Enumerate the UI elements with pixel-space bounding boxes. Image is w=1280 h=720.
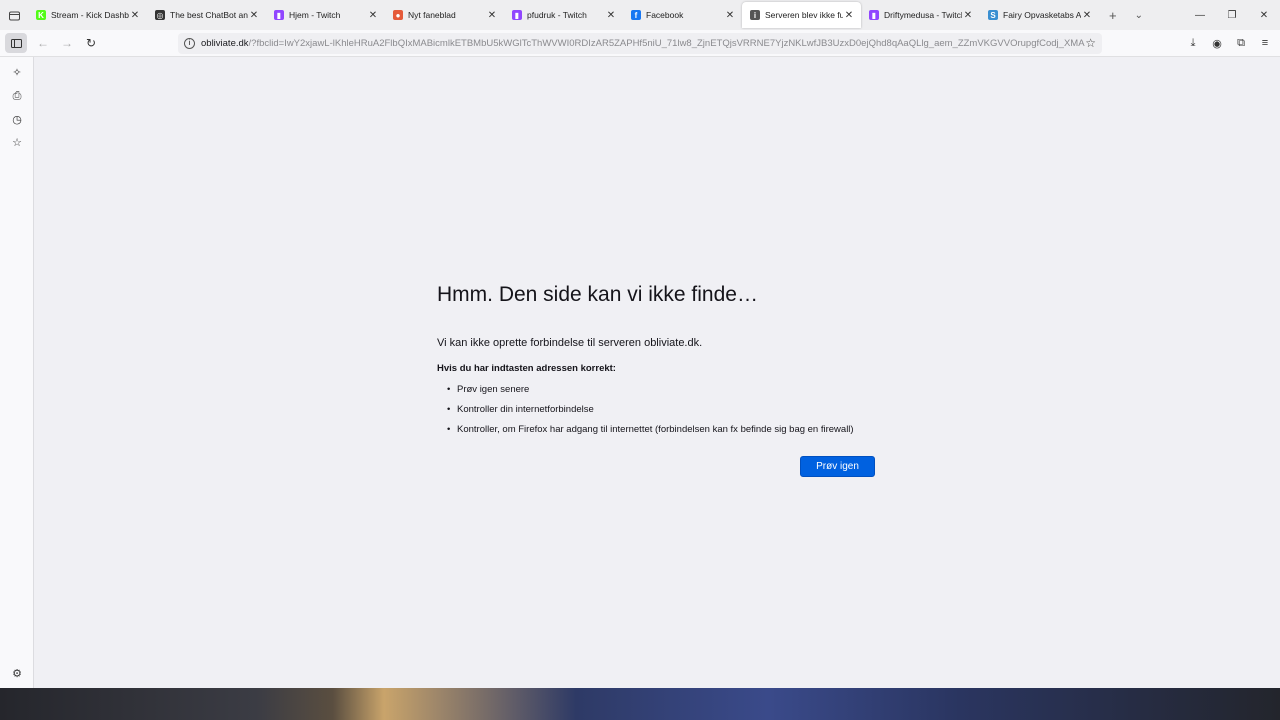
list-item: Prøv igen senere [447, 384, 897, 395]
account-icon[interactable]: ◉ [1208, 33, 1226, 53]
tab-title: The best ChatBot and Voice [170, 10, 248, 20]
extensions-icon[interactable]: ⧉ [1232, 33, 1250, 53]
url-host: obliviate.dk [201, 38, 249, 49]
page-content: Hmm. Den side kan vi ikke finde… Vi kan … [34, 57, 1280, 688]
tab-close-icon[interactable]: ✕ [248, 10, 260, 21]
tab-close-icon[interactable]: ✕ [962, 10, 974, 21]
chevron-down-icon[interactable]: ⌄ [1135, 10, 1143, 21]
tab-bar: KStream - Kick Dashboard✕◎The best ChatB… [0, 0, 1280, 30]
tab-favicon-icon: i [750, 10, 760, 20]
tab-close-icon[interactable]: ✕ [486, 10, 498, 21]
info-icon[interactable]: i [184, 38, 195, 49]
url-rest: /?fbclid=IwY2xjawL-lKhleHRuA2FlbQIxMABic… [248, 38, 1085, 49]
new-tab-icon[interactable]: + [1109, 8, 1117, 23]
tab-overview-icon[interactable] [0, 0, 28, 30]
reload-icon[interactable]: ↻ [79, 31, 103, 55]
tab-1[interactable]: ◎ The best ChatBot and Voice✕ [147, 0, 266, 30]
restore-icon[interactable]: ❐ [1216, 10, 1248, 21]
tab-6[interactable]: i Serveren blev ikke fundet✕ [742, 2, 861, 28]
tab-5[interactable]: f Facebook ✕ [623, 0, 742, 30]
url-bar[interactable]: i obliviate.dk/?fbclid=IwY2xjawL-lKhleHR… [178, 33, 1102, 54]
tab-close-icon[interactable]: ✕ [605, 10, 617, 21]
tab-favicon-icon: ◎ [155, 10, 165, 20]
error-description: Vi kan ikke oprette forbindelse til serv… [437, 337, 703, 349]
error-hint: Hvis du har indtasten adressen korrekt: [437, 363, 616, 374]
bookmark-star-icon[interactable]: ☆ [1085, 36, 1096, 50]
tab-favicon-icon: S [988, 10, 998, 20]
download-icon[interactable]: ⤓ [1184, 33, 1202, 53]
tab-4[interactable]: ▮ pfudruk - Twitch ✕ [504, 0, 623, 30]
error-title: Hmm. Den side kan vi ikke finde… [437, 283, 758, 306]
tab-close-icon[interactable]: ✕ [367, 10, 379, 21]
tab-favicon-icon: f [631, 10, 641, 20]
tab-8[interactable]: S Fairy Opvasketabs All-in-One✕ [980, 0, 1099, 30]
tab-close-icon[interactable]: ✕ [724, 10, 736, 21]
settings-gear-icon[interactable]: ⚙ [10, 666, 24, 680]
tab-title: Serveren blev ikke fundet [765, 10, 843, 20]
tab-close-icon[interactable]: ✕ [1081, 10, 1093, 21]
bookmarks-star-icon[interactable]: ☆ [10, 135, 24, 149]
close-window-icon[interactable]: ✕ [1248, 10, 1280, 21]
forward-arrow-icon[interactable]: → [55, 31, 79, 55]
tab-close-icon[interactable]: ✕ [129, 10, 141, 21]
webcam-overlay [0, 688, 1280, 720]
tab-favicon-icon: ▮ [512, 10, 522, 20]
list-item: Kontroller, om Firefox har adgang til in… [447, 424, 897, 435]
back-arrow-icon[interactable]: ← [31, 31, 55, 55]
minimize-icon[interactable]: — [1184, 10, 1216, 21]
navigation-bar: ← → ↻ i obliviate.dk/?fbclid=IwY2xjawL-l… [0, 30, 1280, 57]
error-panel: Hmm. Den side kan vi ikke finde… Vi kan … [437, 283, 897, 444]
sidebar-toggle-icon[interactable] [5, 33, 27, 53]
tab-title: Hjem - Twitch [289, 10, 341, 20]
tab-title: Fairy Opvasketabs All-in-One [1003, 10, 1081, 20]
history-icon[interactable]: ◷ [10, 112, 24, 126]
tab-favicon-icon: ▮ [274, 10, 284, 20]
tab-3[interactable]: ● Nyt faneblad ✕ [385, 0, 504, 30]
tab-title: Facebook [646, 10, 684, 20]
ai-sparkle-icon[interactable]: ✧ [10, 65, 24, 79]
menu-icon[interactable]: ≡ [1256, 33, 1274, 53]
tab-7[interactable]: ▮ Driftymedusa - Twitch ✕ [861, 0, 980, 30]
suggestion-list: Prøv igen senere Kontroller din internet… [437, 384, 897, 435]
tab-0[interactable]: K Stream - Kick Dashboard✕ [28, 0, 147, 30]
tab-favicon-icon: K [36, 10, 46, 20]
tab-title: Nyt faneblad [408, 10, 456, 20]
tab-title: Stream - Kick Dashboard [51, 10, 129, 20]
retry-button[interactable]: Prøv igen [800, 456, 875, 477]
tab-close-icon[interactable]: ✕ [843, 10, 855, 21]
tab-favicon-icon: ● [393, 10, 403, 20]
sidebar: ✧ ⎙ ◷ ☆ ⚙ [0, 57, 34, 688]
tab-title: pfudruk - Twitch [527, 10, 587, 20]
list-item: Kontroller din internetforbindelse [447, 404, 897, 415]
tab-favicon-icon: ▮ [869, 10, 879, 20]
tab-title: Driftymedusa - Twitch [884, 10, 962, 20]
tab-2[interactable]: ▮ Hjem - Twitch ✕ [266, 0, 385, 30]
synced-tabs-icon[interactable]: ⎙ [10, 89, 24, 103]
